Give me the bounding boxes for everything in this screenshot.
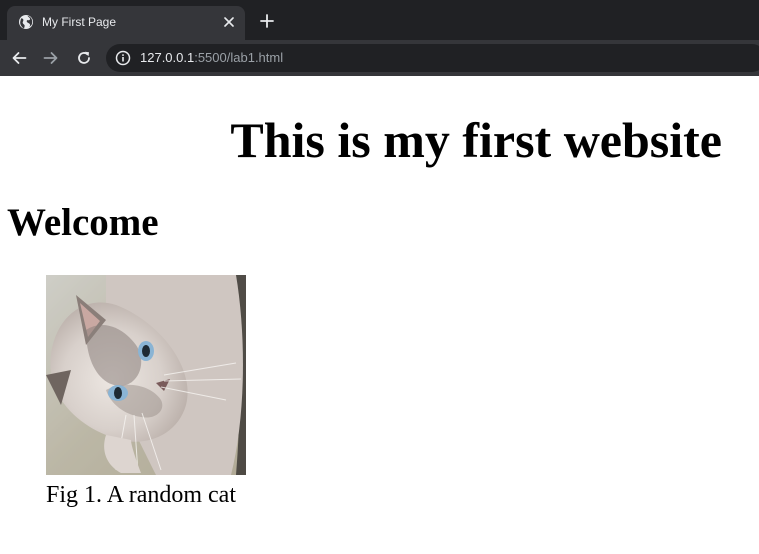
arrow-left-icon[interactable] xyxy=(8,47,30,69)
globe-icon xyxy=(18,14,34,30)
tab-strip: My First Page xyxy=(0,0,759,40)
url-host: 127.0.0.1 xyxy=(140,50,195,65)
browser-chrome: My First Page 127.0.0.1:5500/lab1.html xyxy=(0,0,759,76)
tab-my-first-page[interactable]: My First Page xyxy=(7,6,245,40)
url-text: 127.0.0.1:5500/lab1.html xyxy=(140,50,283,66)
welcome-heading: Welcome xyxy=(7,201,159,244)
browser-toolbar: 127.0.0.1:5500/lab1.html xyxy=(0,40,759,76)
page-viewport: This is my first website Welcome Fig 1. … xyxy=(0,76,759,554)
cat-figure: Fig 1. A random cat xyxy=(46,275,246,508)
url-path: :5500/lab1.html xyxy=(194,50,284,65)
info-icon[interactable] xyxy=(115,50,131,66)
page-title: This is my first website xyxy=(230,112,722,168)
close-icon[interactable] xyxy=(220,13,238,31)
address-bar[interactable]: 127.0.0.1:5500/lab1.html xyxy=(106,44,759,72)
figure-caption: Fig 1. A random cat xyxy=(46,482,236,508)
tab-title: My First Page xyxy=(42,15,117,29)
reload-icon[interactable] xyxy=(73,47,95,69)
plus-icon[interactable] xyxy=(257,11,277,31)
cat-photo xyxy=(46,275,246,475)
arrow-right-icon[interactable] xyxy=(40,47,62,69)
